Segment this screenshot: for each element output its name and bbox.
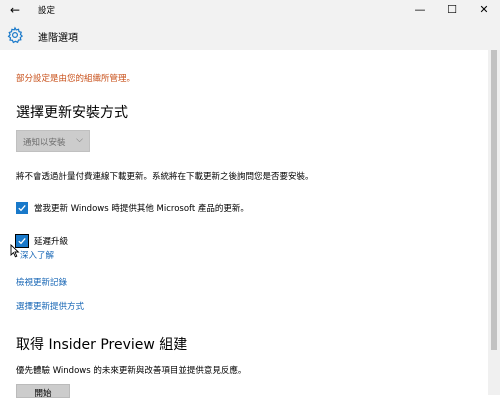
microsoft-updates-checkbox[interactable] (16, 202, 28, 214)
microsoft-updates-label: 當我更新 Windows 時提供其他 Microsoft 產品的更新。 (34, 204, 249, 214)
defer-upgrades-label: 延遲升級 (34, 237, 69, 247)
close-button[interactable]: ✕ (468, 0, 500, 20)
back-arrow-icon: ← (9, 3, 21, 17)
minimize-button[interactable]: — (404, 0, 436, 20)
view-update-history-link[interactable]: 檢視更新記錄 (16, 276, 67, 288)
policy-notice: 部分設定是由您的組織所管理。 (16, 74, 136, 84)
choose-delivery-link[interactable]: 選擇更新提供方式 (16, 300, 84, 312)
minimize-icon: — (414, 3, 426, 16)
install-method-dropdown[interactable]: 通知以安裝 ⌵ (16, 130, 90, 152)
maximize-button[interactable]: ☐ (436, 0, 468, 20)
page-header: 進階選項 (0, 20, 500, 50)
scrollbar[interactable] (488, 50, 500, 395)
learn-more-link[interactable]: 深入了解 (20, 249, 54, 261)
settings-content: 部分設定是由您的組織所管理。 選擇更新安裝方式 通知以安裝 ⌵ 將不會透過計量付… (0, 50, 488, 398)
page-title: 進階選項 (38, 33, 78, 44)
chevron-down-icon: ⌵ (76, 135, 83, 145)
checkmark-icon (18, 204, 26, 212)
install-method-value: 通知以安裝 (23, 138, 66, 148)
metered-connection-description: 將不會透過計量付費連線下載更新。系統將在下載更新之後詢問您是否要安裝。 (16, 172, 314, 182)
insider-description: 優先體驗 Windows 的未來更新與改善項目並提供意見反應。 (16, 366, 247, 376)
window-title: 設定 (38, 6, 56, 16)
back-button[interactable]: ← (6, 2, 24, 18)
start-insider-button[interactable]: 開始 (16, 384, 70, 398)
install-section-title: 選擇更新安裝方式 (16, 105, 128, 121)
gear-icon (7, 26, 24, 44)
mouse-cursor-icon (10, 244, 20, 258)
start-insider-button-label: 開始 (34, 389, 52, 398)
title-bar: ← 設定 — ☐ ✕ (0, 0, 500, 20)
close-icon: ✕ (479, 3, 489, 16)
maximize-icon: ☐ (447, 3, 457, 16)
scrollbar-thumb[interactable] (491, 50, 497, 350)
insider-section-title: 取得 Insider Preview 組建 (16, 337, 188, 353)
